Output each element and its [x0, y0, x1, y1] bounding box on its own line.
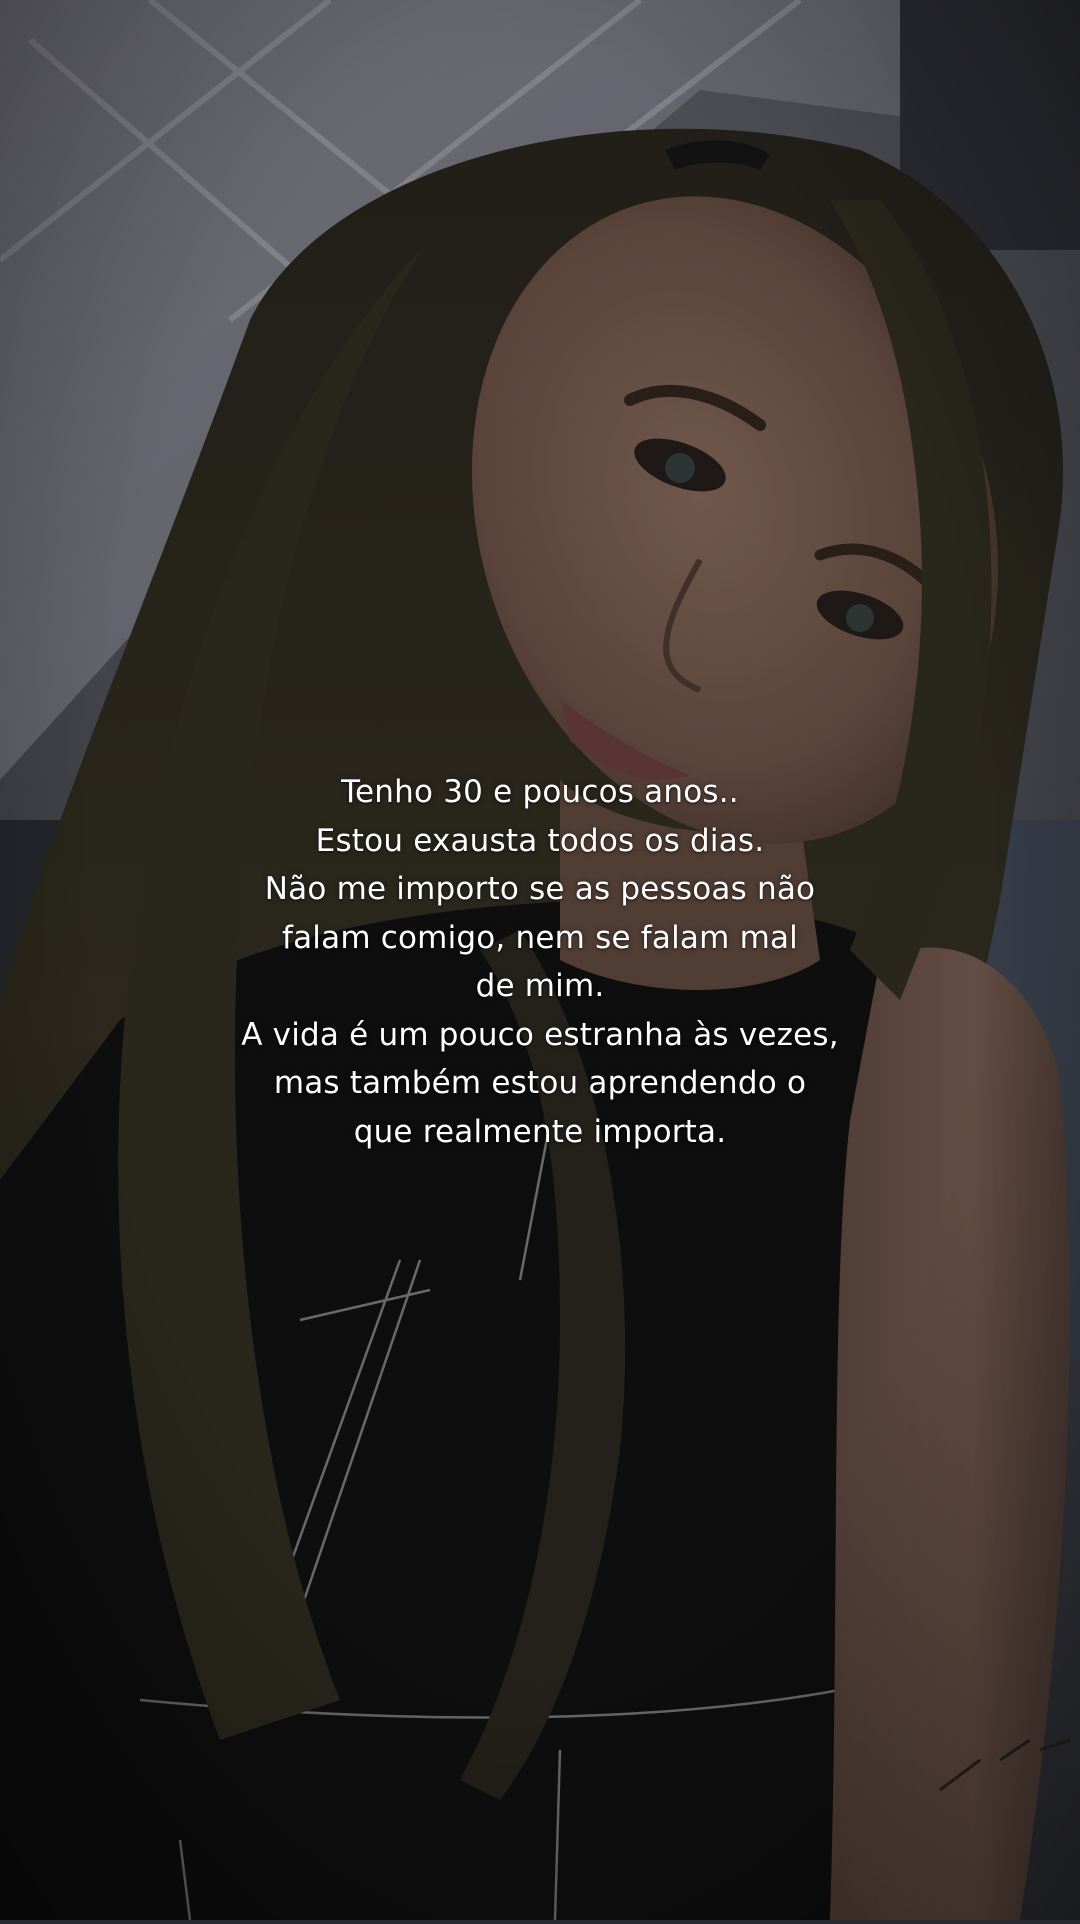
- background-photo: [0, 0, 1080, 1921]
